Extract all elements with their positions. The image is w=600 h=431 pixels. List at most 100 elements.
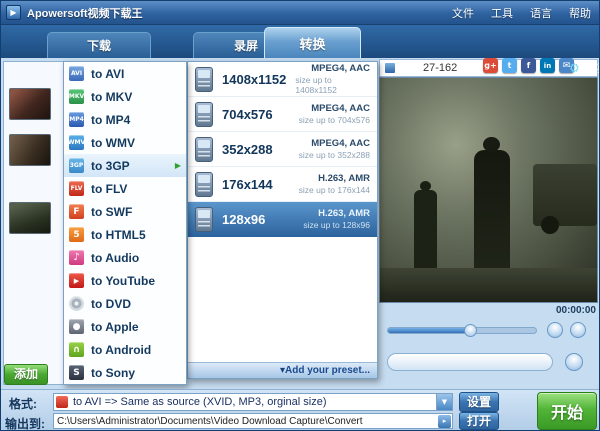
play-button[interactable] (547, 322, 563, 338)
format-option-android[interactable]: to Android (64, 338, 186, 361)
output-path-field[interactable]: C:\Users\Administrator\Documents\Video D… (53, 413, 453, 429)
format-option-avi[interactable]: to AVI (64, 62, 186, 85)
submenu-arrow-icon (175, 161, 181, 170)
apple-icon (69, 319, 84, 334)
file-icon (385, 63, 395, 73)
format-dropdown-menu: to AVI to MKV to MP4 to WMV to 3GP to FL… (63, 61, 187, 385)
preset-1408x1152[interactable]: 1408x1152 MPEG4, AAC size up to 1408x115… (188, 62, 377, 97)
preset-704x576[interactable]: 704x576 MPEG4, AAC size up to 704x576 (188, 97, 377, 132)
format-option-label: to Apple (91, 320, 139, 334)
preset-name: 1408x1152 (222, 72, 286, 87)
open-button[interactable]: 打开 (459, 412, 499, 430)
android-icon (69, 342, 84, 357)
format-option-html5[interactable]: to HTML5 (64, 223, 186, 246)
combo-dropdown-icon[interactable] (436, 394, 452, 410)
menubar: 文件 工具 语言 帮助 (452, 1, 591, 25)
preset-format: MPEG4, AAC (311, 63, 370, 74)
youtube-icon (69, 273, 84, 288)
seek-progress (388, 328, 469, 333)
seek-slider[interactable] (387, 327, 537, 334)
options-label: 选项 (583, 60, 600, 76)
video-thumbnail[interactable] (9, 88, 51, 120)
twitter-icon[interactable] (502, 58, 517, 73)
add-preset-link[interactable]: Add your preset... (188, 362, 377, 378)
format-option-dvd[interactable]: to DVD (64, 292, 186, 315)
app-logo-icon (6, 5, 21, 20)
preset-format: H.263, AMR (318, 208, 370, 219)
output-path-input[interactable]: C:\Users\Administrator\Documents\Video D… (54, 416, 438, 427)
preset-size: size up to 1408x1152 (295, 75, 370, 95)
format-option-flv[interactable]: to FLV (64, 177, 186, 200)
menu-tools[interactable]: 工具 (491, 5, 513, 21)
preview-panel: 27-162 00:00:00 (379, 59, 598, 389)
fullscreen-button[interactable] (565, 353, 583, 371)
options-button[interactable]: 选项 (569, 60, 600, 76)
format-option-label: to DVD (91, 297, 131, 311)
preset-name: 128x96 (222, 212, 265, 227)
phone-icon (195, 67, 213, 92)
format-option-label: to HTML5 (91, 228, 146, 242)
format-option-audio[interactable]: to Audio (64, 246, 186, 269)
format-option-label: to FLV (91, 182, 127, 196)
format-option-mkv[interactable]: to MKV (64, 85, 186, 108)
phone-icon (195, 172, 213, 197)
preset-size: size up to 352x288 (299, 150, 370, 160)
settings-button[interactable]: 设置 (459, 392, 499, 412)
preset-format: MPEG4, AAC (311, 138, 370, 149)
format-option-label: to Android (91, 343, 151, 357)
titlebar: Apowersoft视频下载王 文件 工具 语言 帮助 (1, 1, 599, 25)
menu-language[interactable]: 语言 (530, 5, 552, 21)
facebook-icon[interactable] (521, 58, 536, 73)
flv-icon (69, 181, 84, 196)
video-thumbnail[interactable] (9, 202, 51, 234)
video-vehicle (533, 164, 597, 226)
tabbar: 下载 录屏 转换 选项 (1, 25, 599, 58)
menu-help[interactable]: 帮助 (569, 5, 591, 21)
format-option-youtube[interactable]: to YouTube (64, 269, 186, 292)
sony-icon (69, 365, 84, 380)
video-frame[interactable] (379, 77, 598, 303)
stop-button[interactable] (570, 322, 586, 338)
format-label: 格式: (9, 395, 37, 412)
start-button[interactable]: 开始 (537, 392, 597, 430)
format-option-label: to Audio (91, 251, 139, 265)
preset-128x96[interactable]: 128x96 H.263, AMR size up to 128x96 (188, 202, 377, 237)
format-option-label: to WMV (91, 136, 135, 150)
tab-convert[interactable]: 转换 (264, 27, 361, 58)
format-combobox[interactable]: to AVI => Same as source (XVID, MP3, org… (53, 393, 453, 411)
preview-file-label: 27-162 (423, 62, 457, 74)
preset-176x144[interactable]: 176x144 H.263, AMR size up to 176x144 (188, 167, 377, 202)
dvd-icon (69, 296, 84, 311)
tab-download[interactable]: 下载 (47, 32, 151, 58)
format-option-3gp[interactable]: to 3GP (64, 154, 186, 177)
preset-format: H.263, AMR (318, 173, 370, 184)
phone-icon (195, 137, 213, 162)
linkedin-icon[interactable] (540, 58, 555, 73)
format-option-label: to YouTube (91, 274, 155, 288)
google-plus-icon[interactable] (483, 58, 498, 73)
format-value: to AVI => Same as source (XVID, MP3, org… (73, 396, 436, 408)
app-window: Apowersoft视频下载王 文件 工具 语言 帮助 下载 录屏 转换 选项 (0, 0, 600, 431)
preset-name: 704x576 (222, 107, 273, 122)
video-thumbnail[interactable] (9, 134, 51, 166)
output-label: 输出到: (5, 415, 45, 431)
format-option-sony[interactable]: to Sony (64, 361, 186, 384)
preset-352x288[interactable]: 352x288 MPEG4, AAC size up to 352x288 (188, 132, 377, 167)
preset-size: size up to 128x96 (303, 220, 370, 230)
swf-icon (69, 204, 84, 219)
time-display: 00:00:00 (556, 305, 596, 316)
format-option-wmv[interactable]: to WMV (64, 131, 186, 154)
format-option-mp4[interactable]: to MP4 (64, 108, 186, 131)
seek-knob[interactable] (464, 324, 477, 337)
volume-bar[interactable] (387, 353, 553, 371)
format-option-label: to 3GP (91, 159, 130, 173)
browse-folder-icon[interactable] (438, 415, 451, 428)
format-option-swf[interactable]: to SWF (64, 200, 186, 223)
add-button[interactable]: 添加 (4, 364, 48, 385)
format-option-apple[interactable]: to Apple (64, 315, 186, 338)
menu-file[interactable]: 文件 (452, 5, 474, 21)
mp4-icon (69, 112, 84, 127)
video-ground (380, 268, 597, 302)
wmv-icon (69, 135, 84, 150)
phone-icon (195, 102, 213, 127)
